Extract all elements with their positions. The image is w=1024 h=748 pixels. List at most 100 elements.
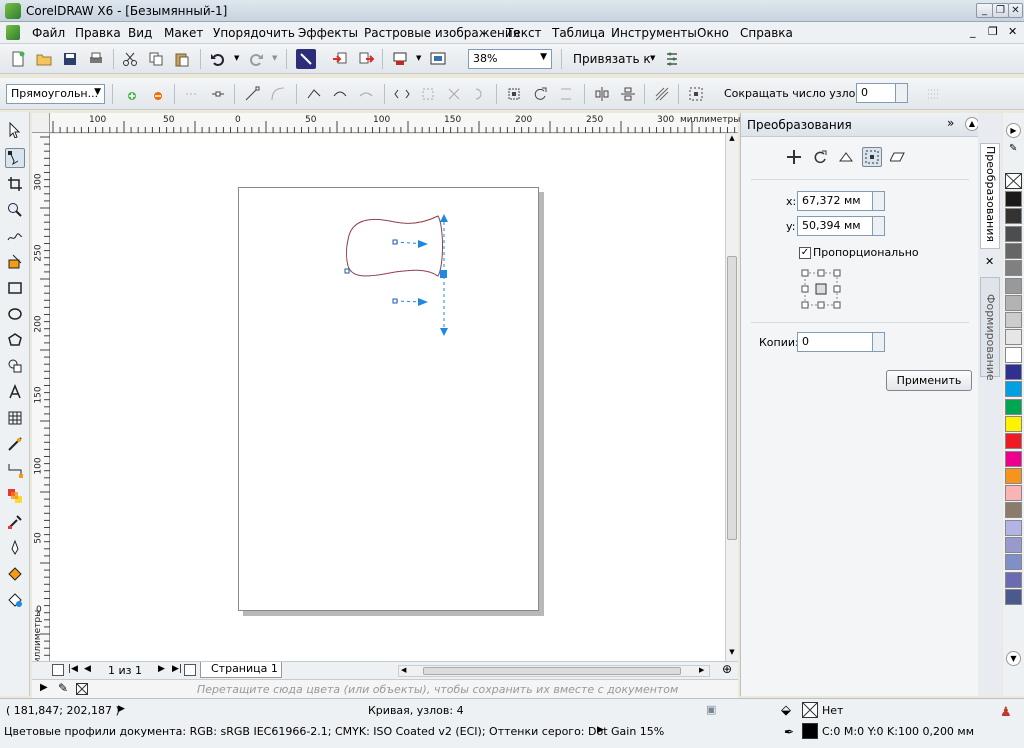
scroll-up-icon[interactable]: ▲ [726, 134, 738, 146]
join-nodes-icon[interactable] [182, 84, 202, 104]
connector-tool-icon[interactable] [5, 460, 25, 480]
palette-swatch[interactable] [1005, 364, 1022, 380]
doc-restore-icon[interactable]: ❐ [988, 25, 998, 38]
h-scroll-thumb[interactable] [423, 667, 681, 675]
size-mode-icon[interactable] [862, 147, 882, 167]
tab-shaping[interactable]: Формирование [980, 277, 1000, 381]
color-profiles-menu-icon[interactable]: ▶ [597, 725, 604, 735]
blend-tool-icon[interactable] [5, 486, 25, 506]
palette-eyedropper-icon[interactable]: ✎ [58, 681, 68, 695]
pick-tool-icon[interactable] [5, 120, 25, 140]
user-icon[interactable]: ♟ [1000, 705, 1012, 720]
maximize-button[interactable]: ❐ [992, 3, 1009, 18]
polygon-tool-icon[interactable] [5, 330, 25, 350]
minimize-button[interactable]: _ [976, 3, 993, 18]
palette-swatch[interactable] [1005, 450, 1022, 467]
smooth-node-icon[interactable] [330, 84, 350, 104]
menu-window[interactable]: Окно [697, 26, 729, 40]
palette-swatch[interactable] [1005, 242, 1022, 259]
menu-effects[interactable]: Эффекты [298, 26, 358, 40]
copies-input[interactable]: 0 [797, 332, 873, 352]
eyedropper-tool-icon[interactable] [5, 512, 25, 532]
break-curve-icon[interactable] [208, 84, 228, 104]
freehand-tool-icon[interactable] [5, 226, 25, 246]
add-page-after-icon[interactable] [184, 664, 196, 676]
basic-shapes-tool-icon[interactable] [5, 356, 25, 376]
node-options-icon[interactable] [924, 84, 944, 104]
doc-minimize-icon[interactable]: _ [970, 25, 976, 38]
reflect-vertical-icon[interactable] [618, 84, 638, 104]
menu-file[interactable]: Файл [32, 26, 65, 40]
paste-icon[interactable] [172, 49, 192, 69]
palette-swatch[interactable] [1005, 329, 1022, 346]
print-icon[interactable] [86, 49, 106, 69]
skew-mode-icon[interactable] [888, 147, 908, 167]
table-tool-icon[interactable] [5, 408, 25, 428]
x-position-input[interactable]: 67,372 мм [797, 191, 873, 211]
reduce-nodes-spinner[interactable] [895, 83, 908, 103]
palette-swatch[interactable] [1005, 485, 1022, 502]
elastic-mode-icon[interactable] [652, 84, 672, 104]
dimension-tool-icon[interactable] [5, 434, 25, 454]
zoom-tool-icon[interactable] [5, 200, 25, 220]
proportional-checkbox[interactable]: ✓ [799, 247, 811, 259]
crop-tool-icon[interactable] [5, 174, 25, 194]
rotate-nodes-icon[interactable] [530, 84, 550, 104]
prev-page-icon[interactable]: ◀ [84, 664, 91, 674]
zoom-select[interactable]: 38% ▼ [468, 49, 552, 69]
palette-swatch[interactable] [1005, 398, 1022, 415]
import-icon[interactable] [330, 49, 350, 69]
to-curve-icon[interactable] [268, 84, 288, 104]
selection-mode-dropdown-icon[interactable]: ▼ [94, 87, 101, 97]
zoom-dropdown-icon[interactable]: ▼ [540, 52, 547, 62]
menu-text[interactable]: Текст [506, 26, 542, 40]
palette-swatch[interactable] [1005, 502, 1022, 519]
position-mode-icon[interactable] [784, 147, 804, 167]
full-screen-preview-icon[interactable] [428, 49, 448, 69]
to-line-icon[interactable] [242, 84, 262, 104]
undo-icon[interactable] [208, 49, 228, 69]
palette-swatch[interactable] [1005, 537, 1022, 553]
y-position-input[interactable]: 50,394 мм [797, 216, 873, 236]
palette-menu-icon[interactable]: ▶ [40, 682, 48, 693]
rotate-mode-icon[interactable] [810, 147, 830, 167]
palette-swatch[interactable] [1005, 415, 1022, 432]
close-button[interactable]: ✕ [1008, 3, 1023, 18]
ellipse-tool-icon[interactable] [5, 304, 25, 324]
add-page-before-icon[interactable] [52, 664, 64, 676]
copies-spinner[interactable] [872, 332, 885, 352]
horizontal-ruler[interactable]: 100 50 0 50 100 150 200 250 300 миллимет… [50, 113, 740, 133]
scroll-down-icon[interactable]: ▼ [726, 648, 738, 660]
y-position-spinner[interactable] [872, 216, 885, 236]
outline-color-swatch[interactable] [802, 723, 818, 739]
new-icon[interactable] [8, 49, 28, 69]
menu-edit[interactable]: Правка [75, 26, 121, 40]
x-position-spinner[interactable] [872, 191, 885, 211]
tab-close-icon[interactable]: ✕ [985, 255, 994, 268]
redo-dropdown-icon[interactable]: ▼ [272, 54, 277, 62]
reflect-horizontal-icon[interactable] [592, 84, 612, 104]
extract-subpath-icon[interactable] [444, 84, 464, 104]
palette-swatch[interactable] [1005, 346, 1022, 363]
snap-dropdown-icon[interactable]: ▼ [650, 54, 655, 62]
shape-tool-icon[interactable] [5, 148, 25, 168]
palette-swatch[interactable] [1005, 554, 1022, 571]
close-curve-icon[interactable] [470, 84, 490, 104]
palette-swatch[interactable] [1005, 467, 1022, 484]
publish-pdf-icon[interactable] [390, 49, 410, 69]
palette-swatch[interactable] [1005, 381, 1022, 398]
cut-icon[interactable] [120, 49, 140, 69]
palette-swatch[interactable] [1005, 208, 1022, 225]
docker-expand-icon[interactable]: » [947, 116, 954, 130]
vertical-scrollbar[interactable]: ▲ ▼ [725, 134, 738, 661]
palette-swatch[interactable] [1005, 312, 1022, 329]
menu-view[interactable]: Вид [128, 26, 152, 40]
apply-button[interactable]: Применить [886, 370, 972, 391]
palette-swatch[interactable] [1005, 294, 1022, 311]
fill-tool-icon[interactable] [5, 564, 25, 584]
zoom-navigator-icon[interactable]: ⊕ [722, 662, 732, 676]
scale-mirror-mode-icon[interactable] [836, 147, 856, 167]
publish-dropdown-icon[interactable]: ▼ [416, 54, 421, 62]
reduce-nodes-input[interactable]: 0 [856, 83, 896, 103]
text-tool-icon[interactable] [5, 382, 25, 402]
